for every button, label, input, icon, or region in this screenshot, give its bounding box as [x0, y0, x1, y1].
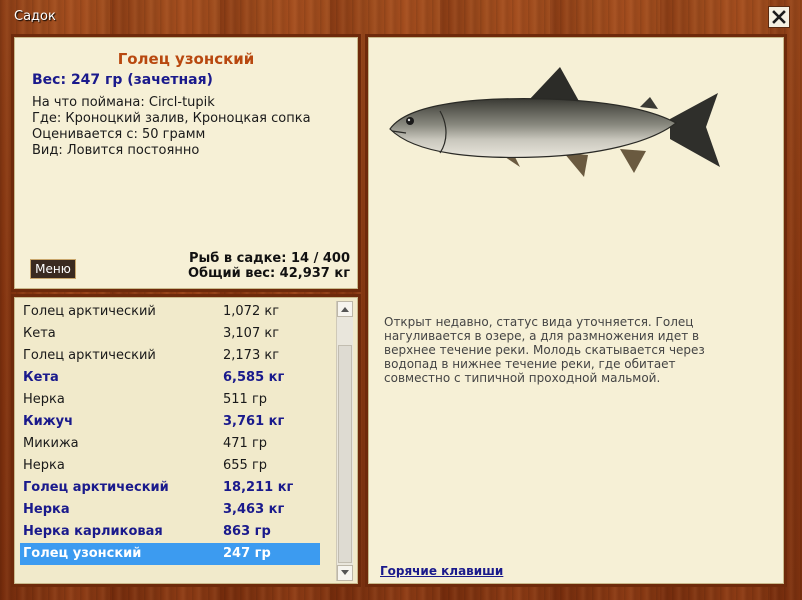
list-item-weight: 1,072 кг: [223, 304, 280, 319]
fish-rated-from: Оценивается с: 50 грамм: [32, 127, 206, 142]
close-icon: [772, 10, 786, 24]
list-item[interactable]: Голец арктический 18,211 кг: [20, 477, 320, 499]
description-panel: Открыт недавно, статус вида уточняется. …: [368, 37, 784, 584]
scroll-down-button[interactable]: [337, 565, 353, 581]
list-item-name: Голец арктический: [23, 480, 169, 495]
list-item[interactable]: Кета 3,107 кг: [20, 323, 320, 345]
list-item[interactable]: Кижуч 3,761 кг: [20, 411, 320, 433]
list-item-weight: 863 гр: [223, 524, 271, 539]
list-item[interactable]: Кета 6,585 кг: [20, 367, 320, 389]
fish-image: [389, 67, 720, 177]
fish-bait: На что поймана: Circl-tupik: [32, 95, 215, 110]
scrollbar[interactable]: [336, 301, 353, 581]
list-item-weight: 3,463 кг: [223, 502, 285, 517]
list-item-name: Кета: [23, 370, 59, 385]
list-item[interactable]: Нерка 655 гр: [20, 455, 320, 477]
list-item[interactable]: Голец арктический 2,173 кг: [20, 345, 320, 367]
fish-weight: Вес: 247 гр (зачетная): [32, 72, 213, 88]
fish-location: Где: Кроноцкий залив, Кроноцкая сопка: [32, 111, 311, 126]
list-item-name: Голец узонский: [23, 546, 142, 561]
fish-info-panel: Голец узонский Вес: 247 гр (зачетная) На…: [14, 37, 358, 289]
list-item[interactable]: Нерка 3,463 кг: [20, 499, 320, 521]
list-item-name: Нерка карликовая: [23, 524, 163, 539]
list-item[interactable]: Микижа 471 гр: [20, 433, 320, 455]
fish-count: Рыб в садке: 14 / 400: [188, 251, 350, 266]
list-item-weight: 655 гр: [223, 458, 268, 473]
chevron-up-icon: [341, 307, 349, 312]
catch-list-panel: Голец арктический 1,072 кг Кета 3,107 кг Гол…: [14, 297, 358, 584]
list-item-weight: 511 гр: [223, 392, 268, 407]
fish-type: Вид: Ловится постоянно: [32, 143, 200, 158]
list-item[interactable]: Нерка 511 гр: [20, 389, 320, 411]
list-item-name: Нерка: [23, 502, 70, 517]
list-item-weight: 247 гр: [223, 546, 271, 561]
list-item-name: Голец арктический: [23, 348, 156, 363]
list-item-weight: 3,107 кг: [223, 326, 280, 341]
fish-name: Голец узонский: [117, 50, 255, 68]
cage-stats: Рыб в садке: 14 / 400 Общий вес: 42,937 …: [188, 251, 350, 281]
close-button[interactable]: [768, 6, 790, 28]
list-item-name: Кижуч: [23, 414, 74, 429]
fish-description: Открыт недавно, статус вида уточняется. …: [384, 315, 705, 385]
hotkeys-link[interactable]: Горячие клавиши: [380, 564, 503, 578]
list-item-name: Микижа: [23, 436, 79, 451]
list-item[interactable]: Нерка карликовая 863 гр: [20, 521, 320, 543]
list-item[interactable]: Голец узонский 247 гр: [20, 543, 320, 565]
list-item-weight: 3,761 кг: [223, 414, 285, 429]
title-bar: Садок: [0, 0, 802, 34]
list-item-name: Голец арктический: [23, 304, 156, 319]
list-item-name: Кета: [23, 326, 56, 341]
total-weight: Общий вес: 42,937 кг: [187, 266, 350, 281]
scroll-thumb[interactable]: [338, 345, 352, 563]
list-item[interactable]: Голец арктический 1,072 кг: [20, 301, 320, 323]
list-item-weight: 6,585 кг: [223, 370, 285, 385]
list-item-name: Нерка: [23, 458, 65, 473]
list-item-weight: 18,211 кг: [223, 480, 294, 495]
list-item-weight: 471 гр: [223, 436, 268, 451]
window-title: Садок: [14, 9, 56, 24]
list-item-weight: 2,173 кг: [223, 348, 280, 363]
menu-button[interactable]: Меню: [30, 259, 76, 279]
list-item-name: Нерка: [23, 392, 65, 407]
chevron-down-icon: [341, 570, 349, 575]
scroll-up-button[interactable]: [337, 301, 353, 317]
